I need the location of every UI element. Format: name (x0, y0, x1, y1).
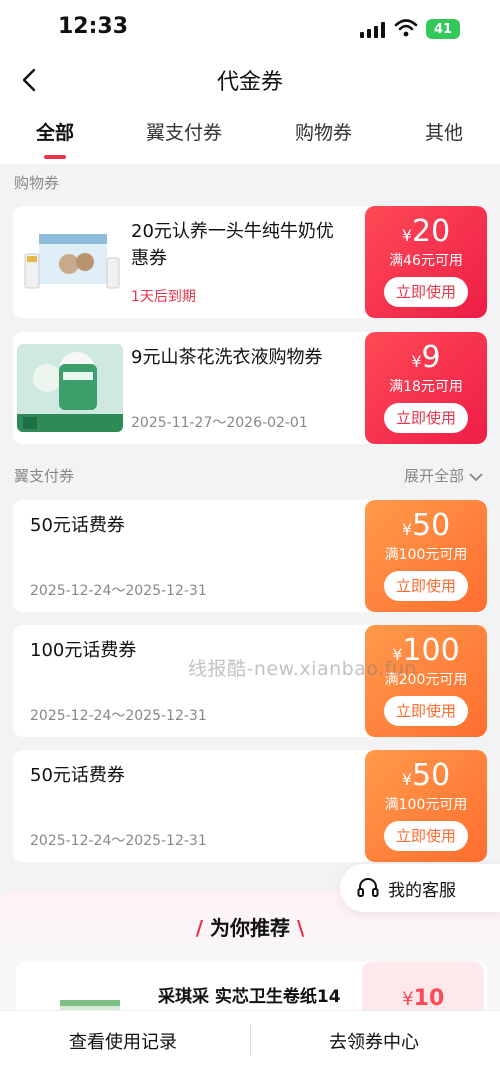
use-now-button[interactable]: 立即使用 (384, 277, 468, 307)
use-now-button[interactable]: 立即使用 (384, 696, 468, 726)
recommend-price: ¥10 (402, 986, 444, 1011)
currency-symbol: ¥ (402, 989, 414, 1010)
recommend-price-value: 10 (413, 986, 445, 1011)
coupon-card: 9元山茶花洗衣液购物券 2025-11-27～2026-02-01 ¥9 满18… (13, 332, 487, 444)
watermark-text: 线报酷-new.xianbao.fun (188, 658, 417, 680)
coupon-expire-note: 1天后到期 (131, 289, 196, 305)
coupon-amount: 50 (412, 758, 451, 793)
coupon-card: 100元话费券 2025-12-24～2025-12-31 ¥100 满200元… (13, 625, 487, 737)
expand-all-link[interactable]: 展开全部 (404, 465, 483, 486)
coupon-card: 50元话费券 2025-12-24～2025-12-31 ¥50 满100元可用… (13, 750, 487, 862)
coupon-date-range: 2025-12-24～2025-12-31 (30, 708, 207, 724)
wifi-icon (394, 19, 418, 37)
use-now-button[interactable]: 立即使用 (384, 571, 468, 601)
currency-symbol: ¥ (401, 226, 412, 245)
coupon-value-panel: ¥9 满18元可用 立即使用 (365, 332, 487, 444)
coupon-center-button[interactable]: 去领券中心 (329, 1028, 419, 1054)
coupon-value-panel: ¥20 满46元可用 立即使用 (365, 206, 487, 318)
coupon-amount: 50 (412, 508, 451, 543)
coupon-date-range: 2025-12-24～2025-12-31 (30, 833, 207, 849)
tab-all[interactable]: 全部 (36, 118, 74, 145)
detergent-product-image (17, 344, 123, 432)
tab-other[interactable]: 其他 (425, 118, 463, 145)
coupon-name-line2: 惠券 (131, 248, 167, 269)
currency-symbol: ¥ (401, 520, 412, 539)
recommend-item-name: 采琪采 实芯卫生卷纸14 (158, 987, 341, 1007)
coupon-card: 20元认养一头牛纯牛奶优 惠券 1天后到期 ¥20 满46元可用 立即使用 (13, 206, 487, 318)
coupon-date-range: 2025-12-24～2025-12-31 (30, 583, 207, 599)
usage-history-button[interactable]: 查看使用记录 (69, 1028, 177, 1054)
coupon-card: 50元话费券 2025-12-24～2025-12-31 ¥50 满100元可用… (13, 500, 487, 612)
recommend-title-label: 为你推荐 (210, 916, 290, 940)
coupon-value-panel: ¥50 满100元可用 立即使用 (365, 500, 487, 612)
tab-active-indicator (44, 155, 66, 159)
coupon-name: 50元话费券 (30, 515, 125, 536)
tab-pay-coupons[interactable]: 翼支付券 (146, 118, 222, 145)
headset-icon (357, 878, 379, 897)
section-label-shopping: 购物券 (14, 174, 60, 192)
slash-decoration-icon: / (195, 916, 210, 940)
coupon-name: 50元话费券 (30, 765, 125, 786)
tab-shopping-coupons[interactable]: 购物券 (295, 118, 352, 145)
chevron-down-icon (469, 472, 483, 481)
coupon-date-range: 2025-11-27～2026-02-01 (131, 415, 308, 431)
status-time: 12:33 (58, 14, 129, 39)
customer-service-label: 我的客服 (388, 881, 456, 901)
use-now-button[interactable]: 立即使用 (384, 403, 468, 433)
coupon-condition: 满18元可用 (389, 379, 463, 395)
coupon-amount: 20 (412, 214, 451, 249)
coupon-value-panel: ¥100 满200元可用 立即使用 (365, 625, 487, 737)
coupon-condition: 满46元可用 (389, 253, 463, 269)
coupon-name: 9元山茶花洗衣液购物券 (131, 347, 323, 368)
coupon-value-panel: ¥50 满100元可用 立即使用 (365, 750, 487, 862)
slash-decoration-icon: \ (290, 916, 305, 940)
battery-icon: 41 (426, 19, 460, 39)
milk-product-image (17, 218, 123, 306)
signal-icon (360, 22, 385, 38)
section-label-pay: 翼支付券 (14, 467, 75, 485)
coupon-name: 100元话费券 (30, 640, 137, 661)
recommend-title: / 为你推荐 \ (0, 912, 500, 941)
currency-symbol: ¥ (411, 352, 422, 371)
expand-all-label: 展开全部 (404, 467, 465, 485)
currency-symbol: ¥ (401, 770, 412, 789)
coupon-condition: 满100元可用 (384, 797, 468, 813)
coupon-name-line1: 20元认养一头牛纯牛奶优 (131, 221, 334, 242)
bottom-divider (250, 1024, 251, 1056)
use-now-button[interactable]: 立即使用 (384, 821, 468, 851)
battery-level: 41 (433, 21, 453, 37)
coupon-amount: 9 (421, 340, 441, 375)
page-title: 代金券 (216, 70, 283, 95)
coupon-condition: 满100元可用 (384, 547, 468, 563)
